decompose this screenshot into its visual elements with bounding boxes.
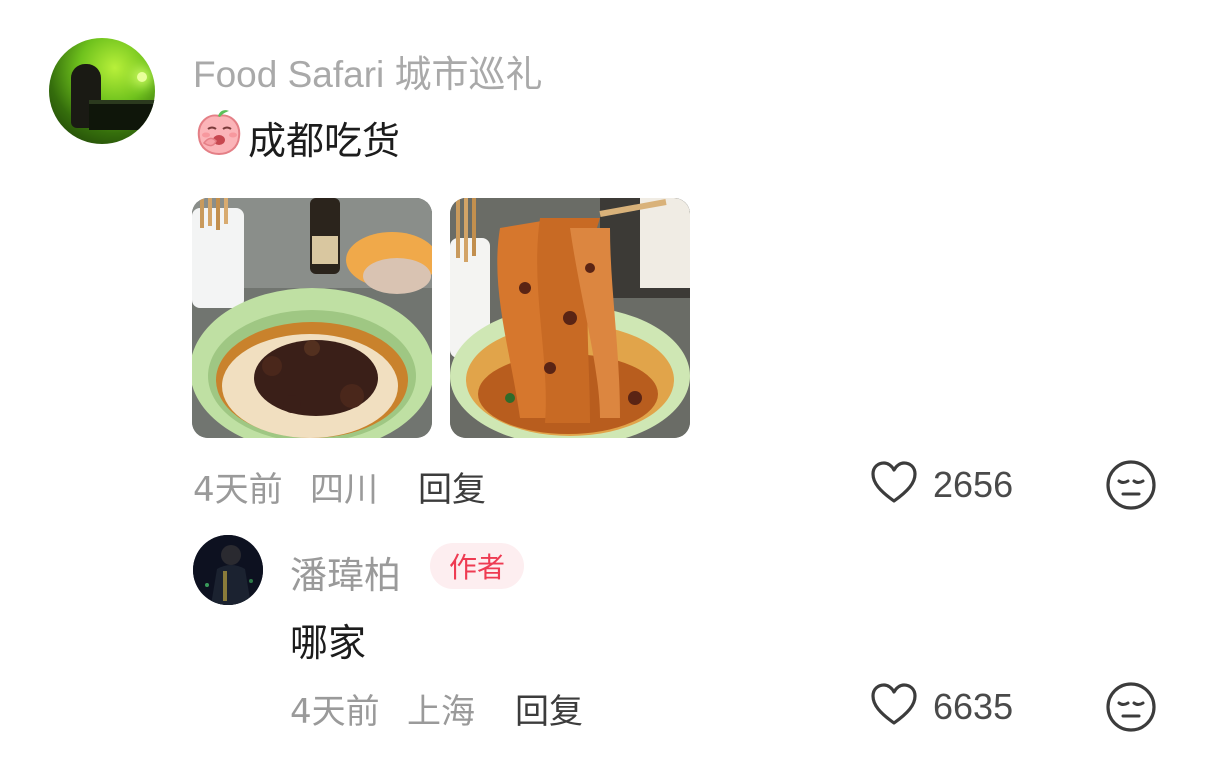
commenter-avatar[interactable]	[49, 38, 155, 144]
heart-icon[interactable]	[868, 457, 920, 509]
reply-like-count: 6635	[933, 686, 1014, 727]
peach-face-emoji-icon	[197, 110, 241, 156]
comment-image-1[interactable]	[192, 198, 432, 438]
reply-reply-button[interactable]: 回复	[515, 684, 583, 733]
comment-image-2[interactable]	[450, 198, 690, 438]
reply-location: 上海	[407, 692, 475, 732]
reply-text: 哪家	[290, 621, 367, 665]
author-badge: 作者	[430, 543, 524, 589]
reply-username[interactable]: 潘瑋柏	[290, 545, 401, 599]
reply-author-avatar[interactable]	[193, 535, 263, 605]
comment-like-count: 2656	[933, 464, 1014, 505]
commenter-username[interactable]: Food Safari 城市巡礼	[193, 44, 543, 98]
comment-text: 成都吃货	[248, 119, 401, 163]
comment-time: 4天前	[193, 470, 283, 510]
dislike-face-icon[interactable]	[1105, 459, 1157, 511]
dislike-face-icon[interactable]	[1105, 681, 1157, 733]
heart-icon[interactable]	[868, 679, 920, 731]
reply-time: 4天前	[290, 692, 380, 732]
comment-location: 四川	[310, 470, 378, 510]
comment-reply-button[interactable]: 回复	[418, 462, 486, 511]
